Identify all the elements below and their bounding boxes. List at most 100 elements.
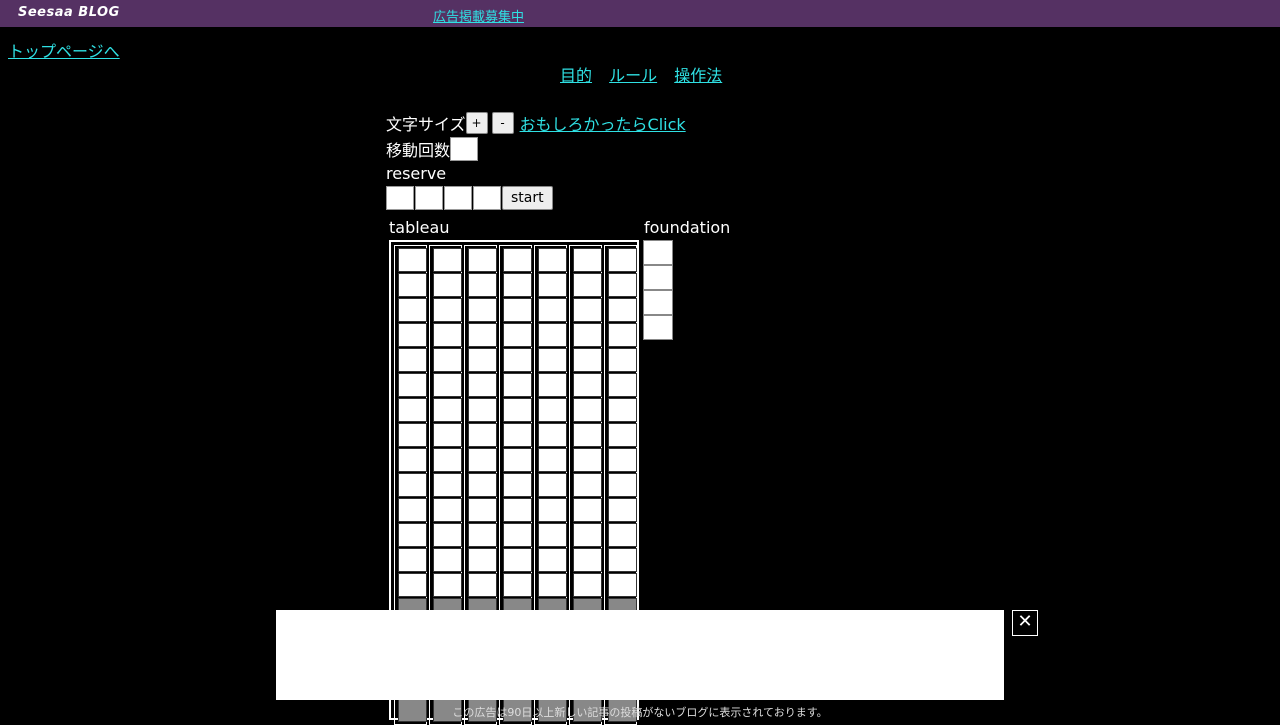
tableau-cell[interactable] [608, 348, 637, 372]
brand-logo[interactable]: Seesaa BLOG [18, 5, 120, 20]
tableau-cell[interactable] [608, 298, 637, 322]
tableau-cell[interactable] [573, 573, 602, 597]
tableau-cell[interactable] [433, 423, 462, 447]
tableau-cell[interactable] [433, 398, 462, 422]
tableau-cell[interactable] [503, 348, 532, 372]
close-icon[interactable]: ✕ [1012, 610, 1038, 636]
tableau-cell[interactable] [398, 473, 427, 497]
nav-purpose-link[interactable]: 目的 [560, 66, 592, 85]
tableau-cell[interactable] [468, 448, 497, 472]
tableau-cell[interactable] [538, 498, 567, 522]
tableau-cell[interactable] [573, 248, 602, 272]
nav-rules-link[interactable]: ルール [609, 66, 657, 85]
tableau-cell[interactable] [538, 548, 567, 572]
fun-click-link[interactable]: おもしろかったらClick [520, 111, 686, 135]
tableau-cell[interactable] [468, 573, 497, 597]
tableau-cell[interactable] [398, 298, 427, 322]
tableau-cell[interactable] [538, 473, 567, 497]
tableau-cell[interactable] [433, 473, 462, 497]
ad-recruit-link[interactable]: 広告掲載募集中 [433, 6, 524, 25]
top-page-link[interactable]: トップページへ [8, 38, 120, 62]
ad-banner[interactable] [276, 610, 1004, 700]
tableau-cell[interactable] [538, 523, 567, 547]
tableau-cell[interactable] [573, 498, 602, 522]
tableau-cell[interactable] [573, 423, 602, 447]
tableau-cell[interactable] [398, 373, 427, 397]
tableau-cell[interactable] [468, 373, 497, 397]
tableau-cell[interactable] [503, 573, 532, 597]
tableau-cell[interactable] [608, 498, 637, 522]
tableau-cell[interactable] [608, 373, 637, 397]
tableau-cell[interactable] [503, 373, 532, 397]
tableau-cell[interactable] [503, 498, 532, 522]
tableau-cell[interactable] [468, 423, 497, 447]
tableau-cell[interactable] [608, 398, 637, 422]
tableau-cell[interactable] [573, 448, 602, 472]
tableau-cell[interactable] [538, 398, 567, 422]
tableau-cell[interactable] [538, 248, 567, 272]
tableau-cell[interactable] [538, 298, 567, 322]
tableau-cell[interactable] [573, 323, 602, 347]
font-size-increase-button[interactable]: + [465, 112, 488, 134]
tableau-cell[interactable] [398, 573, 427, 597]
tableau-cell[interactable] [398, 548, 427, 572]
tableau-cell[interactable] [608, 548, 637, 572]
tableau-cell[interactable] [608, 273, 637, 297]
tableau-cell[interactable] [573, 398, 602, 422]
tableau-cell[interactable] [538, 323, 567, 347]
tableau-cell[interactable] [573, 273, 602, 297]
tableau-cell[interactable] [433, 348, 462, 372]
tableau-cell[interactable] [398, 273, 427, 297]
tableau-cell[interactable] [468, 548, 497, 572]
tableau-cell[interactable] [468, 298, 497, 322]
tableau-cell[interactable] [398, 248, 427, 272]
tableau-cell[interactable] [573, 373, 602, 397]
tableau-cell[interactable] [433, 548, 462, 572]
tableau-cell[interactable] [573, 298, 602, 322]
foundation-slot[interactable] [643, 290, 673, 315]
tableau-cell[interactable] [503, 398, 532, 422]
tableau-cell[interactable] [573, 348, 602, 372]
tableau-cell[interactable] [398, 498, 427, 522]
tableau-cell[interactable] [433, 523, 462, 547]
tableau-cell[interactable] [608, 448, 637, 472]
tableau-cell[interactable] [433, 498, 462, 522]
reserve-slot[interactable] [473, 186, 501, 210]
tableau-cell[interactable] [468, 248, 497, 272]
tableau-cell[interactable] [538, 448, 567, 472]
tableau-cell[interactable] [538, 348, 567, 372]
foundation-slot[interactable] [643, 315, 673, 340]
tableau-cell[interactable] [468, 523, 497, 547]
tableau-cell[interactable] [398, 348, 427, 372]
tableau-cell[interactable] [433, 573, 462, 597]
font-size-decrease-button[interactable]: - [491, 112, 514, 134]
tableau-cell[interactable] [608, 323, 637, 347]
tableau-cell[interactable] [608, 523, 637, 547]
reserve-slot[interactable] [444, 186, 472, 210]
tableau-cell[interactable] [433, 248, 462, 272]
tableau-cell[interactable] [538, 373, 567, 397]
tableau-cell[interactable] [503, 273, 532, 297]
tableau-cell[interactable] [503, 423, 532, 447]
tableau-cell[interactable] [608, 573, 637, 597]
tableau-cell[interactable] [433, 298, 462, 322]
foundation-slot[interactable] [643, 240, 673, 265]
tableau-cell[interactable] [433, 323, 462, 347]
tableau-cell[interactable] [433, 373, 462, 397]
tableau-cell[interactable] [503, 248, 532, 272]
tableau-cell[interactable] [398, 398, 427, 422]
tableau-cell[interactable] [468, 398, 497, 422]
tableau-cell[interactable] [573, 473, 602, 497]
tableau-cell[interactable] [468, 323, 497, 347]
tableau-cell[interactable] [503, 448, 532, 472]
tableau-cell[interactable] [538, 423, 567, 447]
tableau-cell[interactable] [433, 448, 462, 472]
tableau-cell[interactable] [433, 273, 462, 297]
tableau-cell[interactable] [503, 323, 532, 347]
tableau-cell[interactable] [608, 473, 637, 497]
tableau-cell[interactable] [398, 448, 427, 472]
start-button[interactable]: start [502, 186, 553, 210]
tableau-cell[interactable] [503, 548, 532, 572]
tableau-cell[interactable] [608, 248, 637, 272]
tableau-cell[interactable] [468, 273, 497, 297]
